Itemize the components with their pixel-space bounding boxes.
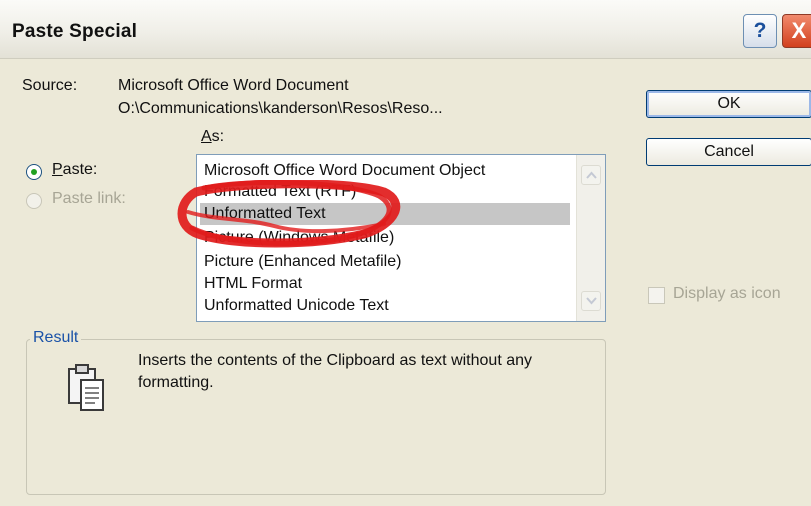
result-legend: Result xyxy=(30,329,82,347)
paste-special-dialog: Paste Special ? X Source: Microsoft Offi… xyxy=(0,0,811,506)
list-scrollbar[interactable] xyxy=(576,155,605,321)
display-as-icon-checkbox[interactable] xyxy=(648,287,665,304)
title-bar[interactable]: Paste Special ? X xyxy=(0,0,811,59)
close-button[interactable]: X xyxy=(782,14,811,48)
as-label: As: xyxy=(201,128,225,145)
paste-radio[interactable] xyxy=(26,164,42,180)
clipboard-paste-icon xyxy=(68,364,104,411)
list-item[interactable]: Picture (Enhanced Metafile) xyxy=(200,251,570,273)
result-description: Inserts the contents of the Clipboard as… xyxy=(138,352,532,391)
chevron-up-icon xyxy=(586,171,597,179)
scroll-up-button[interactable] xyxy=(581,165,601,185)
list-item[interactable]: Unformatted Unicode Text xyxy=(200,295,570,317)
source-name: Microsoft Office Word Document xyxy=(118,77,349,94)
cancel-button[interactable]: Cancel xyxy=(646,138,811,166)
source-path: O:\Communications\kanderson\Resos\Reso..… xyxy=(118,100,443,117)
paste-label: Paste: xyxy=(52,161,98,178)
paste-link-radio[interactable] xyxy=(26,193,42,209)
ok-button[interactable]: OK xyxy=(646,90,811,118)
window-title: Paste Special xyxy=(12,21,138,42)
display-as-icon-label: Display as icon xyxy=(673,285,781,302)
list-item-selected[interactable]: Unformatted Text xyxy=(200,203,570,225)
list-item[interactable]: HTML Format xyxy=(200,273,570,295)
source-label: Source: xyxy=(22,77,78,94)
list-item[interactable]: Picture (Windows Metafile) xyxy=(200,227,570,249)
list-item[interactable]: Formatted Text (RTF) xyxy=(200,181,570,203)
paste-as-listbox[interactable]: Microsoft Office Word Document Object Fo… xyxy=(196,154,606,322)
chevron-down-icon xyxy=(586,297,597,305)
help-button[interactable]: ? xyxy=(743,14,777,48)
scroll-down-button[interactable] xyxy=(581,291,601,311)
paste-link-label: Paste link: xyxy=(52,190,126,207)
list-item[interactable]: Microsoft Office Word Document Object xyxy=(200,160,570,182)
